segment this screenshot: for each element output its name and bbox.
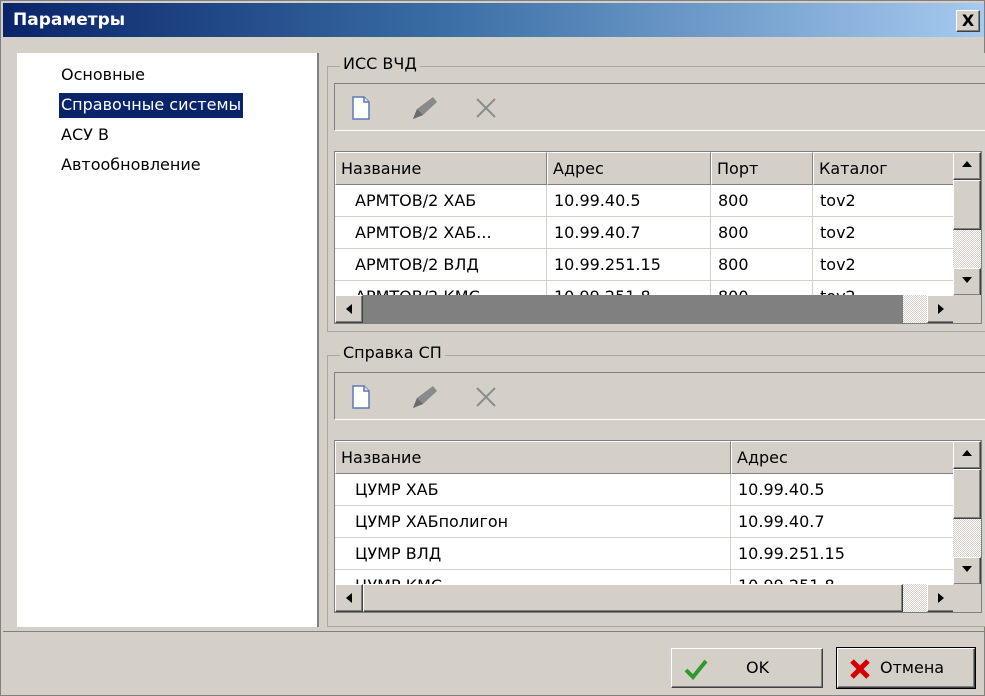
cell-address: 10.99.251.15 [547,249,711,281]
cell-name: АРМТОВ/2 ХАБ [335,185,547,217]
scroll-right-button[interactable] [927,295,955,323]
column-header-catalog[interactable]: Каталог [813,152,955,185]
tree-item-reference-systems[interactable]: Справочные системы [57,92,245,119]
column-header-address[interactable]: Адрес [731,441,955,474]
edit-pencil-icon[interactable] [407,92,441,124]
delete-x-icon[interactable] [469,381,503,413]
arrow-up-icon [962,161,972,167]
iss-vchd-toolbar [334,83,985,131]
new-document-icon[interactable] [343,92,377,124]
cell-catalog: tov2 [813,185,955,217]
table-row[interactable]: ЦУМР ХАБ 10.99.40.5 [335,474,955,506]
scroll-left-button[interactable] [335,584,363,612]
checkmark-icon [684,659,708,680]
arrow-left-icon [346,593,352,603]
horizontal-scrollbar[interactable] [335,584,955,612]
cell-catalog: tov2 [813,217,955,249]
spravka-sp-toolbar [334,372,985,420]
vertical-scrollbar[interactable] [953,152,981,296]
cell-name: АРМТОВ/2 ВЛД [335,249,547,281]
arrow-down-icon [962,566,972,572]
spravka-sp-group: Справка СП Название Адрес ЦУМР ХАБ 10.99… [327,343,985,627]
cancel-x-icon [850,659,870,679]
spravka-sp-group-label: Справка СП [340,343,445,362]
scroll-down-button[interactable] [953,557,981,585]
scroll-up-button[interactable] [953,441,981,469]
cell-address: 10.99.40.7 [731,506,955,538]
spravka-sp-table-header: Название Адрес [335,441,955,474]
tree-item-asu-v[interactable]: АСУ В [59,123,111,148]
cell-address: 10.99.40.5 [731,474,955,506]
corner-grip [953,295,981,323]
dialog-button-bar: OK Отмена [3,631,984,695]
close-button[interactable]: X [956,10,980,32]
edit-pencil-icon[interactable] [407,381,441,413]
scroll-thumb[interactable] [363,584,903,612]
column-header-address[interactable]: Адрес [547,152,711,185]
scroll-thumb[interactable] [363,295,903,323]
cell-name: АРМТОВ/2 ХАБ... [335,217,547,249]
new-document-icon[interactable] [343,381,377,413]
cell-port: 800 [711,217,813,249]
table-row[interactable]: ЦУМР ХАБполигон 10.99.40.7 [335,506,955,538]
cell-port: 800 [711,185,813,217]
vertical-scrollbar[interactable] [953,441,981,585]
table-row[interactable]: АРМТОВ/2 ХАБ 10.99.40.5 800 tov2 [335,185,955,217]
arrow-right-icon [938,593,944,603]
table-row[interactable]: ЦУМР ВЛД 10.99.251.15 [335,538,955,570]
cell-address: 10.99.40.7 [547,217,711,249]
ok-button-label: OK [746,658,770,677]
arrow-left-icon [346,304,352,314]
iss-vchd-table[interactable]: Название Адрес Порт Каталог АРМТОВ/2 ХАБ… [334,151,982,324]
cell-name: ЦУМР ВЛД [335,538,731,570]
spravka-sp-table[interactable]: Название Адрес ЦУМР ХАБ 10.99.40.5 ЦУМР … [334,440,982,613]
table-row[interactable]: АРМТОВ/2 ВЛД 10.99.251.15 800 tov2 [335,249,955,281]
cell-address: 10.99.40.5 [547,185,711,217]
title-bar[interactable]: Параметры X [3,3,984,37]
arrow-down-icon [962,277,972,283]
iss-vchd-table-header: Название Адрес Порт Каталог [335,152,955,185]
arrow-right-icon [938,304,944,314]
settings-tree: Основные Справочные системы АСУ В Автооб… [17,53,319,627]
cell-name: ЦУМР ХАБполигон [335,506,731,538]
column-header-name[interactable]: Название [335,152,547,185]
scroll-down-button[interactable] [953,268,981,296]
cancel-button[interactable]: Отмена [836,647,976,689]
horizontal-scrollbar[interactable] [335,295,955,323]
cell-port: 800 [711,249,813,281]
window-title: Параметры [13,10,126,30]
cell-name: ЦУМР ХАБ [335,474,731,506]
ok-button[interactable]: OK [671,648,823,688]
scroll-right-button[interactable] [927,584,955,612]
tree-item-autoupdate[interactable]: Автообновление [59,153,203,178]
table-row[interactable]: АРМТОВ/2 ХАБ... 10.99.40.7 800 tov2 [335,217,955,249]
corner-grip [953,584,981,612]
parameters-dialog: Параметры X Основные Справочные системы … [0,0,985,696]
cell-catalog: tov2 [813,249,955,281]
delete-x-icon[interactable] [469,92,503,124]
reference-systems-panel: ИСС ВЧД Название Адрес Порт Каталог АРМТ… [321,53,985,627]
scroll-left-button[interactable] [335,295,363,323]
iss-vchd-group-label: ИСС ВЧД [340,54,420,73]
column-header-port[interactable]: Порт [711,152,813,185]
cell-address: 10.99.251.15 [731,538,955,570]
scroll-thumb[interactable] [953,180,981,230]
column-header-name[interactable]: Название [335,441,731,474]
scroll-thumb[interactable] [953,469,981,519]
tree-item-main[interactable]: Основные [59,63,147,88]
scroll-up-button[interactable] [953,152,981,180]
cancel-button-label: Отмена [880,658,945,677]
iss-vchd-group: ИСС ВЧД Название Адрес Порт Каталог АРМТ… [327,54,985,332]
arrow-up-icon [962,450,972,456]
